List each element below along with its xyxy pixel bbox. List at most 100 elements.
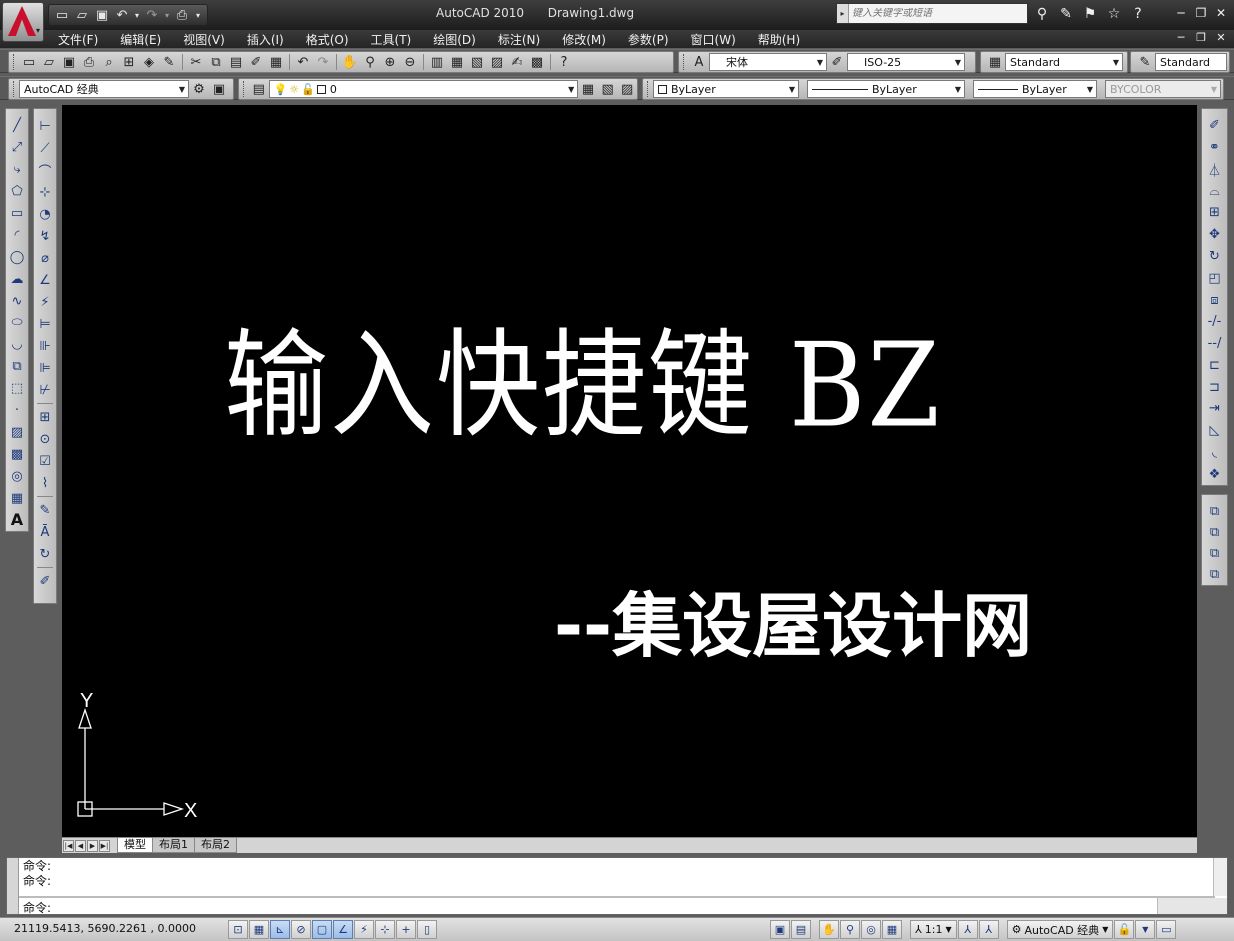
pan-icon[interactable]: ✋ [340,52,360,72]
workspace-settings-icon[interactable]: ⚙ [189,79,209,99]
layer-properties-icon[interactable]: ▤ [249,79,269,99]
dim-break-icon[interactable]: ⊬ [35,379,55,401]
send-under-icon[interactable]: ⧉ [1205,564,1225,585]
show-lineweight-icon[interactable]: + [396,920,416,939]
gradient-icon[interactable]: ▩ [7,443,27,465]
doc-close-icon[interactable]: ✕ [1214,31,1228,44]
dim-edit-icon[interactable]: ✎ [35,499,55,521]
model-space-icon[interactable]: ▣ [770,920,790,939]
minimize-icon[interactable]: ─ [1172,4,1190,22]
dim-style-select[interactable]: ISO-25 ▼ [847,53,965,71]
dim-text-edit-icon[interactable]: Ā [35,521,55,543]
radius-icon[interactable]: ◔ [35,203,55,225]
menu-file[interactable]: 文件(F) [58,31,98,48]
coordinates-display[interactable]: 21119.5413, 5690.2261 , 0.0000 [14,922,196,935]
diameter-icon[interactable]: ⌀ [35,247,55,269]
redo-dropdown-icon[interactable]: ▾ [163,6,171,24]
continue-icon[interactable]: ⊪ [35,335,55,357]
workspace-switching[interactable]: ⚙ AutoCAD 经典 ▼ [1006,920,1114,939]
dynamic-ucs-icon[interactable]: ⚡ [354,920,374,939]
match-properties-icon[interactable]: ✐ [246,52,266,72]
publish-icon[interactable]: ⊞ [119,52,139,72]
cut-icon[interactable]: ✂ [186,52,206,72]
layer-select[interactable]: 💡 ☼ 🔓 0 ▼ [268,80,579,98]
stretch-icon[interactable]: ⧈ [1205,289,1225,311]
angular-icon[interactable]: ∠ [35,269,55,291]
properties-icon[interactable]: ▥ [427,52,447,72]
command-horizontal-scrollbar[interactable] [1157,898,1227,914]
menu-dimension[interactable]: 标注(N) [498,31,540,48]
redo-icon[interactable]: ↷ [313,52,333,72]
steering-wheel-icon[interactable]: ◎ [861,920,881,939]
explode-icon[interactable]: ❖ [1205,463,1225,485]
tolerance-icon[interactable]: ⊞ [35,406,55,428]
text-style-icon[interactable]: A [689,52,709,72]
3d-dwf-icon[interactable]: ◈ [139,52,159,72]
point-icon[interactable]: · [7,400,27,422]
close-icon[interactable]: ✕ [1212,4,1230,22]
save-icon[interactable]: ▣ [59,52,79,72]
tool-palettes-icon[interactable]: ▧ [467,52,487,72]
toolbar-grip[interactable] [647,81,650,97]
status-menu-icon[interactable]: ▼ [1135,920,1156,939]
region-icon[interactable]: ◎ [7,465,27,487]
toolbar-grip[interactable] [13,54,16,70]
tab-layout1[interactable]: 布局1 [152,838,195,853]
make-block-icon[interactable]: ⬚ [7,378,27,400]
color-select[interactable]: ByLayer ▼ [653,80,799,98]
new-icon[interactable]: ▭ [53,6,71,24]
jogged-linear-icon[interactable]: ⌇ [35,472,55,494]
grid-display-icon[interactable]: ▦ [249,920,269,939]
quick-dim-icon[interactable]: ⚡ [35,291,55,313]
prev-tab-icon[interactable]: ◀ [75,839,86,852]
layout-icon[interactable]: ▤ [791,920,811,939]
multileader-style-select[interactable]: Standard [1155,53,1227,71]
spline-icon[interactable]: ∿ [7,290,27,312]
save-icon[interactable]: ▣ [93,6,111,24]
restore-icon[interactable]: ❐ [1192,4,1210,22]
offset-icon[interactable]: ⌓ [1205,180,1225,202]
workspace-select[interactable]: AutoCAD 经典 ▼ [19,80,189,98]
toolbar-lock-icon[interactable]: 🔓 [1114,920,1135,939]
search-input[interactable] [849,8,1019,19]
multileader-style-icon[interactable]: ✎ [1135,52,1155,72]
menu-draw[interactable]: 绘图(D) [433,31,476,48]
rotate-icon[interactable]: ↻ [1205,246,1225,268]
auto-scale-icon[interactable]: ⅄ [978,920,999,939]
next-tab-icon[interactable]: ▶ [87,839,98,852]
chamfer-icon[interactable]: ◺ [1205,420,1225,442]
text-style-select[interactable]: 宋体 ▼ [709,53,827,71]
customize-icon[interactable]: ▣ [209,79,229,99]
menu-insert[interactable]: 插入(I) [247,31,284,48]
bring-to-front-icon[interactable]: ⧉ [1205,501,1225,522]
linetype-select[interactable]: ByLayer ▼ [807,80,965,98]
menu-tools[interactable]: 工具(T) [371,31,412,48]
snap-mode-icon[interactable]: ⊡ [228,920,248,939]
undo-icon[interactable]: ↶ [293,52,313,72]
annotation-visibility-icon[interactable]: ⅄ [957,920,978,939]
ordinate-icon[interactable]: ⊹ [35,181,55,203]
binoculars-icon[interactable]: ⚲ [1032,4,1052,24]
layer-state-icon[interactable]: ▨ [617,79,637,99]
favorites-icon[interactable]: ☆ [1104,4,1124,24]
zoom-window-icon[interactable]: ⊕ [380,52,400,72]
menu-format[interactable]: 格式(O) [306,31,349,48]
qat-customize-icon[interactable]: ▾ [193,6,203,24]
doc-restore-icon[interactable]: ❐ [1194,31,1208,44]
zoom-icon[interactable]: ⚲ [840,920,860,939]
array-icon[interactable]: ⊞ [1205,202,1225,224]
sheet-set-icon[interactable]: ▨ [487,52,507,72]
open-icon[interactable]: ▱ [39,52,59,72]
plot-icon[interactable]: ⎙ [79,52,99,72]
polyline-icon[interactable]: ⤷ [7,159,27,181]
inspection-icon[interactable]: ☑ [35,450,55,472]
ellipse-icon[interactable]: ⬭ [7,312,27,334]
extend-icon[interactable]: --/ [1205,333,1225,355]
line-icon[interactable]: ╱ [7,115,27,137]
plot-preview-icon[interactable]: ⌕ [99,52,119,72]
redo-icon[interactable]: ↷ [143,6,161,24]
baseline-icon[interactable]: ⊨ [35,313,55,335]
ellipse-arc-icon[interactable]: ◡ [7,334,27,356]
command-scrollbar[interactable] [1213,858,1227,896]
insert-block-icon[interactable]: ⧉ [7,356,27,378]
